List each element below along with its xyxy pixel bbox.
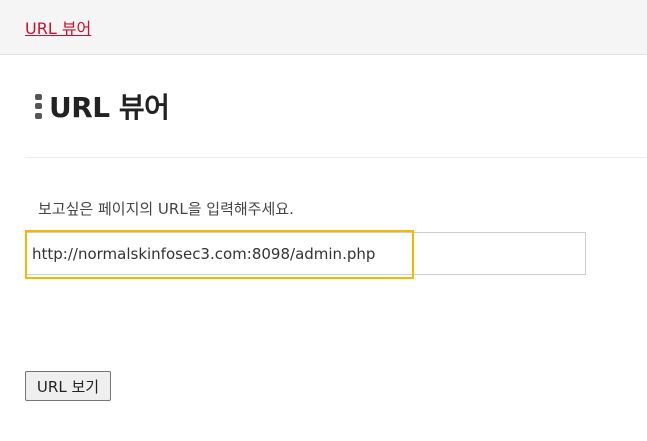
page-title-area: URL 뷰어 xyxy=(35,86,170,126)
top-bar: URL 뷰어 xyxy=(0,0,647,55)
home-link[interactable]: URL 뷰어 xyxy=(25,15,91,39)
instruction-text: 보고싶은 페이지의 URL을 입력해주세요. xyxy=(38,200,294,218)
divider xyxy=(25,157,647,158)
url-input[interactable] xyxy=(25,232,586,275)
page-title: URL 뷰어 xyxy=(49,91,170,124)
view-url-button[interactable]: URL 보기 xyxy=(25,371,111,401)
vertical-dots-icon xyxy=(35,93,42,119)
